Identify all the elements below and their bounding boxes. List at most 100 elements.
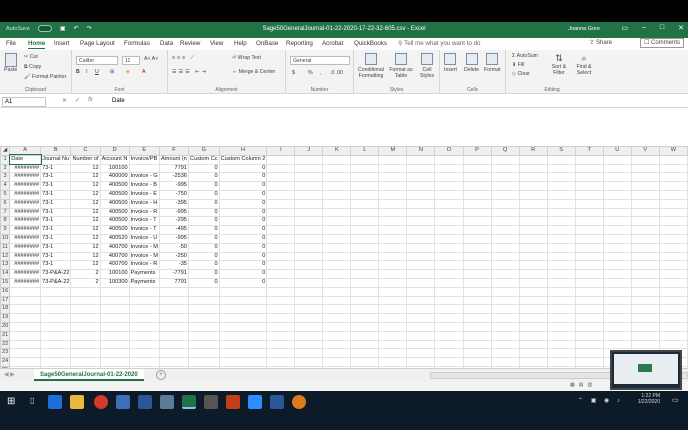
cell[interactable] [350, 313, 380, 323]
cut-button[interactable]: ✂ Cut [24, 54, 38, 60]
cell[interactable] [546, 154, 576, 165]
cell[interactable] [378, 163, 408, 174]
cell[interactable] [9, 339, 42, 350]
cell[interactable] [602, 154, 632, 165]
cell[interactable] [322, 348, 352, 359]
cell[interactable] [630, 251, 660, 262]
cell[interactable] [462, 154, 492, 165]
cell[interactable] [630, 269, 660, 279]
maximize-icon[interactable]: □ [660, 24, 664, 32]
cell[interactable] [490, 225, 520, 235]
cell[interactable]: 73-1 [40, 233, 72, 244]
system-tray-icons[interactable]: ⌃ ▣ ◉ ♪ [578, 397, 623, 404]
cell[interactable] [322, 216, 352, 227]
cell[interactable] [546, 313, 576, 323]
cell[interactable] [322, 207, 352, 218]
sheet-nav-icons[interactable]: ◀ ▶ [4, 371, 15, 378]
cell[interactable]: 0 [187, 189, 220, 200]
row-header[interactable]: 22 [0, 339, 11, 350]
cell[interactable] [630, 330, 660, 341]
cell[interactable] [462, 216, 492, 227]
cell[interactable] [378, 189, 408, 200]
cell[interactable] [266, 269, 296, 279]
cell[interactable] [630, 260, 660, 271]
cell[interactable] [490, 163, 520, 174]
cell[interactable] [490, 313, 520, 323]
cell[interactable] [462, 321, 492, 332]
row-header[interactable]: 24 [0, 357, 11, 367]
conditional-formatting-button[interactable]: Conditional Formatting [356, 53, 386, 79]
cell[interactable] [266, 154, 296, 165]
tab-quickbooks[interactable]: QuickBooks [354, 40, 387, 47]
cell[interactable]: 400520 [99, 233, 130, 244]
row-header[interactable]: 23 [0, 348, 11, 359]
cell[interactable]: 12 [70, 172, 101, 183]
cell[interactable] [9, 348, 42, 359]
cell[interactable] [462, 251, 492, 262]
cell[interactable] [378, 313, 408, 323]
cell[interactable] [462, 198, 492, 209]
cell[interactable] [658, 154, 688, 165]
cell[interactable]: 400500 [99, 225, 130, 235]
cell[interactable]: ######## [9, 260, 42, 271]
cell[interactable]: 0 [187, 181, 220, 191]
cell[interactable]: ######## [9, 198, 42, 209]
cell[interactable] [658, 251, 688, 262]
cell[interactable] [574, 163, 604, 174]
tab-onbase[interactable]: OnBase [256, 40, 278, 47]
cell[interactable] [350, 330, 380, 341]
cell[interactable] [518, 339, 548, 350]
cell[interactable] [99, 330, 130, 341]
tab-insert[interactable]: Insert [54, 40, 69, 47]
cell[interactable]: 12 [70, 189, 101, 200]
cell[interactable]: 73-1 [40, 189, 72, 200]
cell[interactable] [658, 242, 688, 253]
cell[interactable] [406, 216, 436, 227]
windows-start-icon[interactable]: ⊞ [7, 396, 15, 407]
cell[interactable] [518, 207, 548, 218]
cell[interactable] [546, 233, 576, 244]
app-icon-1[interactable] [116, 395, 130, 409]
formula-input[interactable]: Date [112, 98, 125, 104]
cell[interactable] [602, 269, 632, 279]
cell[interactable]: Invoice - T [128, 225, 160, 235]
cell[interactable] [434, 163, 464, 174]
cell[interactable] [9, 330, 42, 341]
cell[interactable] [322, 225, 352, 235]
cell[interactable] [158, 321, 189, 332]
column-header-o[interactable]: O [434, 146, 464, 156]
row-header[interactable]: 5 [0, 189, 11, 200]
cell[interactable] [128, 295, 160, 306]
zoom-icon[interactable] [248, 395, 262, 409]
cell[interactable]: 12 [70, 251, 101, 262]
cell[interactable] [574, 233, 604, 244]
cell[interactable] [574, 348, 604, 359]
cell[interactable] [378, 304, 408, 315]
cell[interactable] [406, 260, 436, 271]
italic-button[interactable]: I [86, 69, 87, 75]
column-header-c[interactable]: C [70, 146, 101, 156]
cell[interactable] [40, 357, 72, 367]
cell[interactable] [350, 216, 380, 227]
cell[interactable] [658, 304, 688, 315]
cell[interactable]: 400000 [99, 172, 130, 183]
cell[interactable] [518, 216, 548, 227]
cell[interactable] [218, 348, 268, 359]
cell[interactable] [546, 304, 576, 315]
cell[interactable] [350, 163, 380, 174]
cell[interactable]: Invoice - M [128, 242, 160, 253]
cell[interactable] [378, 260, 408, 271]
cell[interactable] [187, 330, 220, 341]
cell[interactable] [518, 304, 548, 315]
cell[interactable] [378, 198, 408, 209]
cell[interactable]: 0 [187, 251, 220, 262]
underline-button[interactable]: U [95, 69, 99, 75]
cell[interactable] [294, 189, 324, 200]
cell[interactable] [322, 304, 352, 315]
cell[interactable] [322, 295, 352, 306]
cell[interactable] [602, 207, 632, 218]
column-header-q[interactable]: Q [490, 146, 520, 156]
cell[interactable] [266, 225, 296, 235]
cell[interactable] [99, 304, 130, 315]
cell[interactable]: 0 [218, 181, 268, 191]
